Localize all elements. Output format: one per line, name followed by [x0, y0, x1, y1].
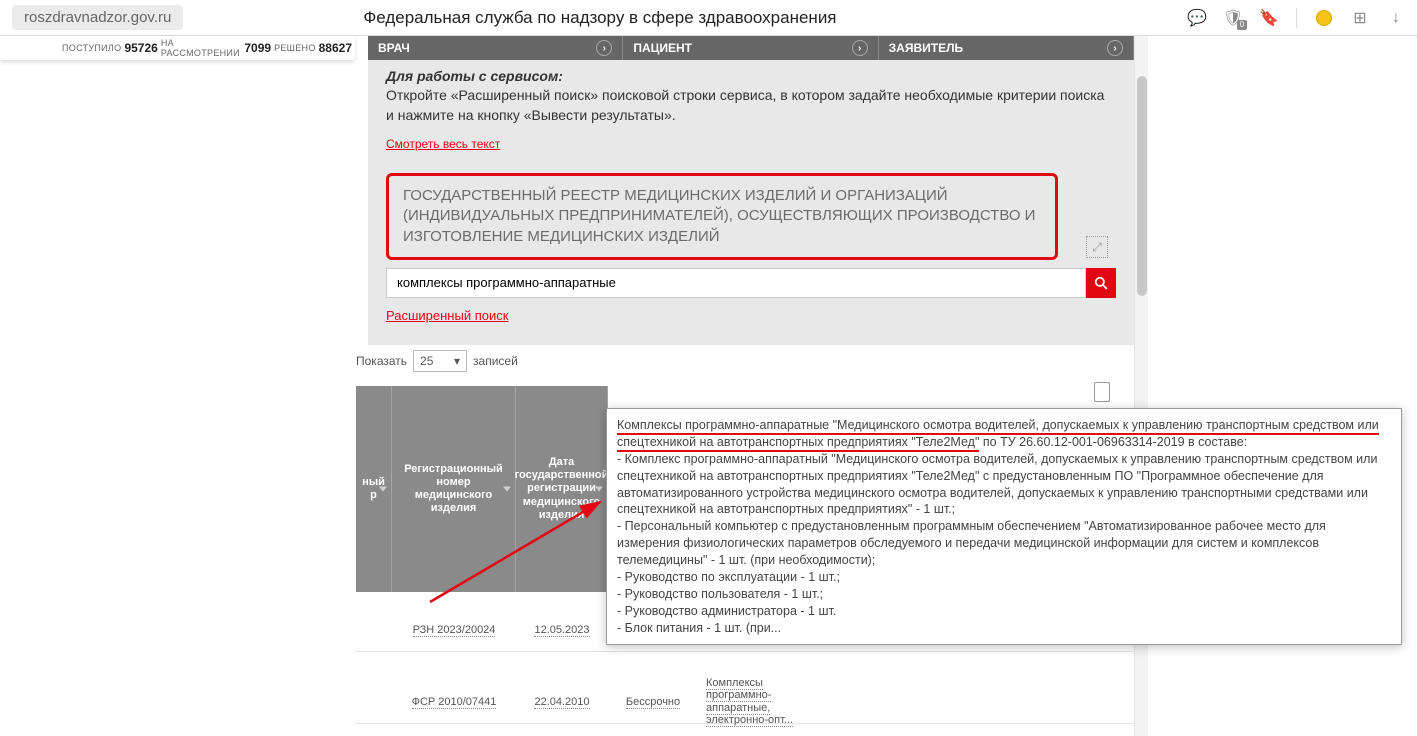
th-reg-number[interactable]: Регистрационный номер медицинского издел… [392, 386, 516, 592]
bookmark-icon[interactable]: 🔖 [1260, 9, 1278, 27]
tooltip-line: - Блок питания - 1 шт. (при... [617, 621, 781, 635]
page-size-select[interactable]: 25▾ [413, 350, 467, 372]
table-header: ный р Регистрационный номер медицинского… [356, 386, 608, 592]
export-xls-icon[interactable] [1094, 382, 1110, 402]
tooltip-tu: по ТУ 26.60.12-001-06963314-2019 в соста… [979, 435, 1247, 449]
stats-l1: ПОСТУПИЛО [62, 43, 121, 53]
service-heading: Для работы с сервисом: [386, 68, 1116, 84]
search-row [386, 268, 1116, 298]
browser-actions: 💬 🛡0 🔖 ⊞ ↓ [1188, 8, 1405, 28]
cell-reg[interactable]: РЗН 2023/20024 [413, 624, 496, 637]
profile-icon[interactable] [1315, 9, 1333, 27]
tab-applicant[interactable]: ЗАЯВИТЕЛЬ› [879, 36, 1134, 60]
stats-v3: 88627 [319, 41, 352, 55]
expand-icon[interactable]: ⤢ [1086, 236, 1108, 258]
tooltip-line: - Руководство по эксплуатации - 1 шт.; [617, 570, 840, 584]
th-reg-date[interactable]: Дата государственной регистрации медицин… [516, 386, 608, 592]
cell-name[interactable]: Комплексы программно-аппаратные, электро… [706, 677, 793, 726]
tooltip-line: - Руководство пользователя - 1 шт.; [617, 587, 823, 601]
cell-reg[interactable]: ФСР 2010/07441 [412, 696, 497, 709]
tab-patient[interactable]: ПАЦИЕНТ› [623, 36, 878, 60]
product-tooltip: Комплексы программно-аппаратные "Медицин… [606, 408, 1402, 645]
download-icon[interactable]: ↓ [1387, 9, 1405, 27]
page-size-row: Показать 25▾ записей [356, 350, 518, 372]
tooltip-line: - Руководство администратора - 1 шт. [617, 604, 836, 618]
chevron-down-icon: ▾ [454, 354, 460, 368]
stats-bar: ПОСТУПИЛО 95726 НА РАССМОТРЕНИИ 7099 РЕШ… [0, 36, 355, 60]
shield-icon[interactable]: 🛡0 [1224, 9, 1242, 27]
advanced-search-link[interactable]: Расширенный поиск [386, 308, 508, 323]
cell-date: 12.05.2023 [534, 624, 589, 637]
stats-v2: 7099 [244, 41, 271, 55]
registry-title-box: ГОСУДАРСТВЕННЫЙ РЕЕСТР МЕДИЦИНСКИХ ИЗДЕЛ… [386, 173, 1058, 260]
show-label: Показать [356, 354, 407, 368]
service-text: Откройте «Расширенный поиск» поисковой с… [386, 86, 1116, 125]
records-label: записей [473, 354, 518, 368]
top-bar: roszdravnadzor.gov.ru Федеральная служба… [0, 0, 1417, 36]
separator [1296, 8, 1297, 28]
main-pane: Для работы с сервисом: Откройте «Расшире… [368, 60, 1134, 345]
url-pill: roszdravnadzor.gov.ru [12, 5, 183, 30]
tab-doctor[interactable]: ВРАЧ› [368, 36, 623, 60]
scrollbar-thumb[interactable] [1137, 76, 1147, 296]
stats-l3: РЕШЕНО [274, 43, 316, 53]
chevron-right-icon: › [852, 40, 868, 56]
cell-expiry: Бессрочно [626, 696, 680, 709]
site-title: Федеральная служба по надзору в сфере зд… [363, 8, 836, 28]
speech-icon[interactable]: 💬 [1188, 9, 1206, 27]
cell-date: 22.04.2010 [534, 696, 589, 709]
extensions-icon[interactable]: ⊞ [1351, 9, 1369, 27]
search-input[interactable] [386, 268, 1086, 298]
stats-v1: 95726 [124, 41, 157, 55]
search-icon [1094, 276, 1108, 290]
th-col-1[interactable]: ный р [356, 386, 392, 592]
tooltip-line: - Персональный компьютер с предустановле… [617, 519, 1326, 567]
search-button[interactable] [1086, 268, 1116, 298]
chevron-right-icon: › [1107, 40, 1123, 56]
tooltip-line: - Комплекс программно-аппаратный "Медици… [617, 452, 1377, 517]
see-full-link[interactable]: Смотреть весь текст [386, 137, 500, 151]
stats-l2: НА РАССМОТРЕНИИ [161, 38, 242, 58]
chevron-right-icon: › [596, 40, 612, 56]
table-row[interactable]: ФСР 2010/07441 22.04.2010 Бессрочно Комп… [356, 680, 1146, 724]
role-tabs: ВРАЧ› ПАЦИЕНТ› ЗАЯВИТЕЛЬ› [368, 36, 1134, 60]
